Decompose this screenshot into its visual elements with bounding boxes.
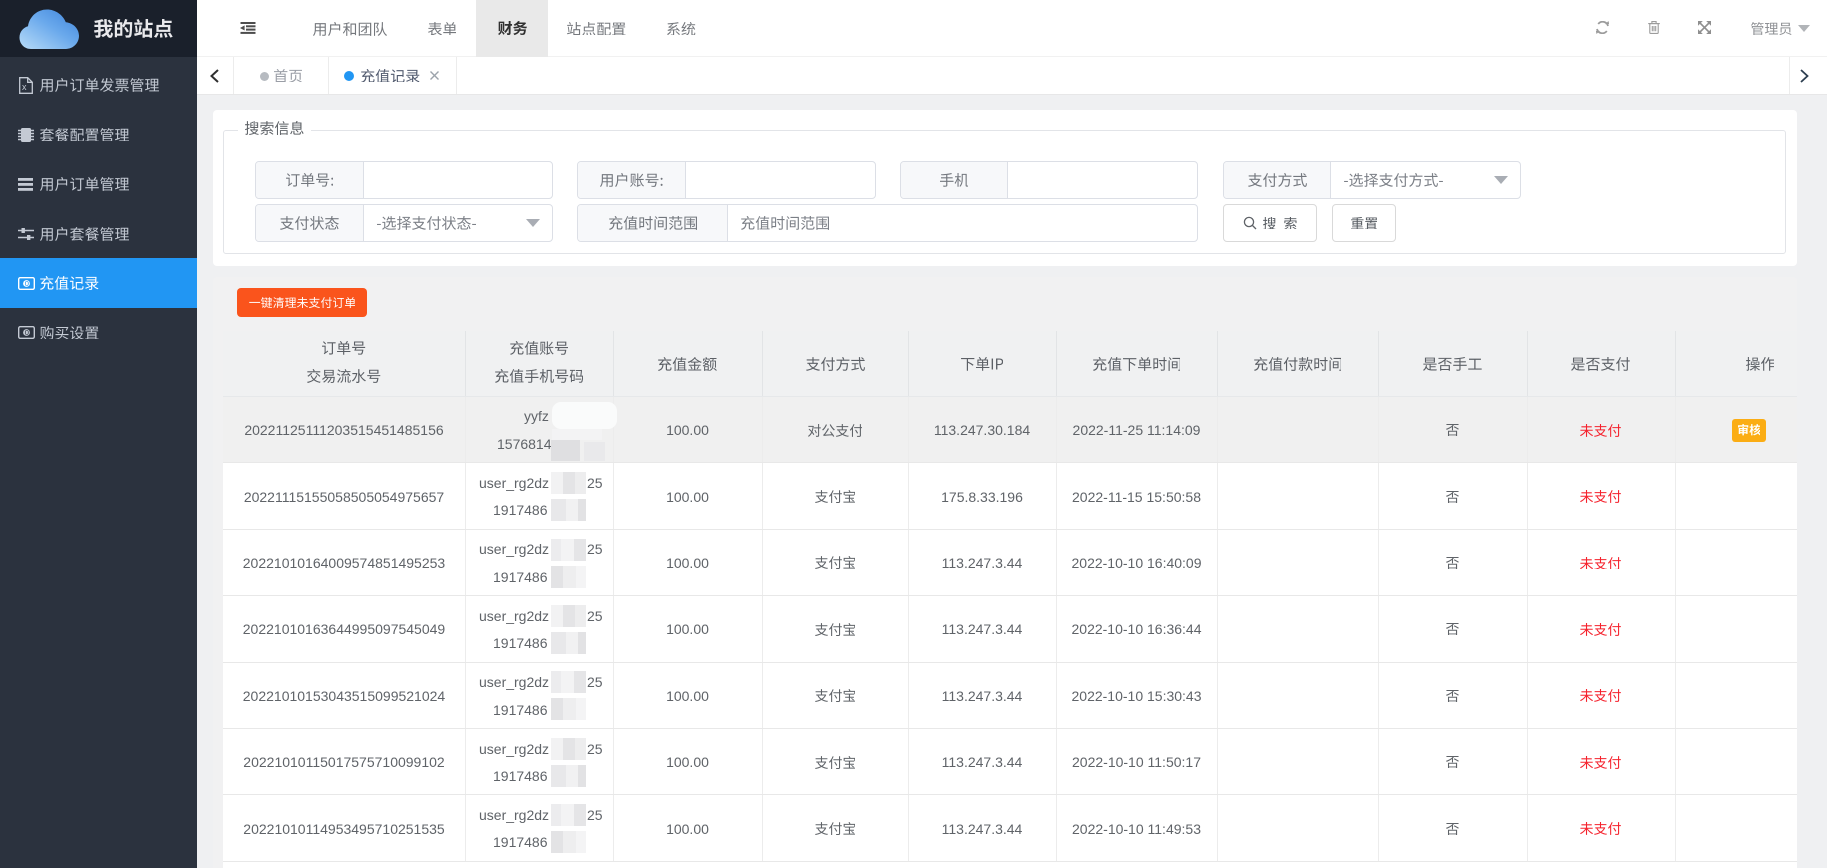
svg-text:x: x — [22, 82, 27, 92]
svg-text:0: 0 — [25, 279, 29, 288]
svg-text:0: 0 — [25, 328, 29, 337]
